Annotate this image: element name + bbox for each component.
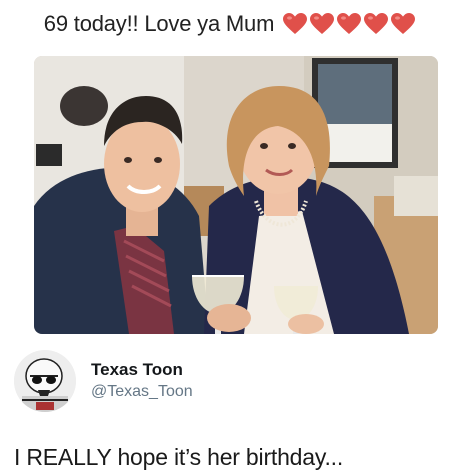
hearts-group [282, 12, 416, 36]
user-handle[interactable]: @Texas_Toon [91, 383, 193, 401]
stormtrooper-avatar[interactable] [14, 350, 76, 412]
meme-caption: 69 today!! Love ya Mum [0, 6, 460, 42]
display-name[interactable]: Texas Toon [91, 360, 183, 380]
heart-icon [283, 13, 308, 34]
heart-icon [337, 13, 362, 34]
selfie-illustration [34, 56, 438, 334]
selfie-photo[interactable] [34, 56, 438, 334]
heart-icon [310, 13, 335, 34]
tweet-text: I REALLY hope it’s her birthday... [14, 444, 344, 470]
tweet-author[interactable]: Texas Toon @Texas_Toon [8, 350, 448, 414]
caption-text: 69 today!! Love ya Mum [43, 11, 275, 36]
heart-icon [364, 13, 389, 34]
stormtrooper-icon [14, 350, 76, 412]
heart-icon [391, 13, 416, 34]
